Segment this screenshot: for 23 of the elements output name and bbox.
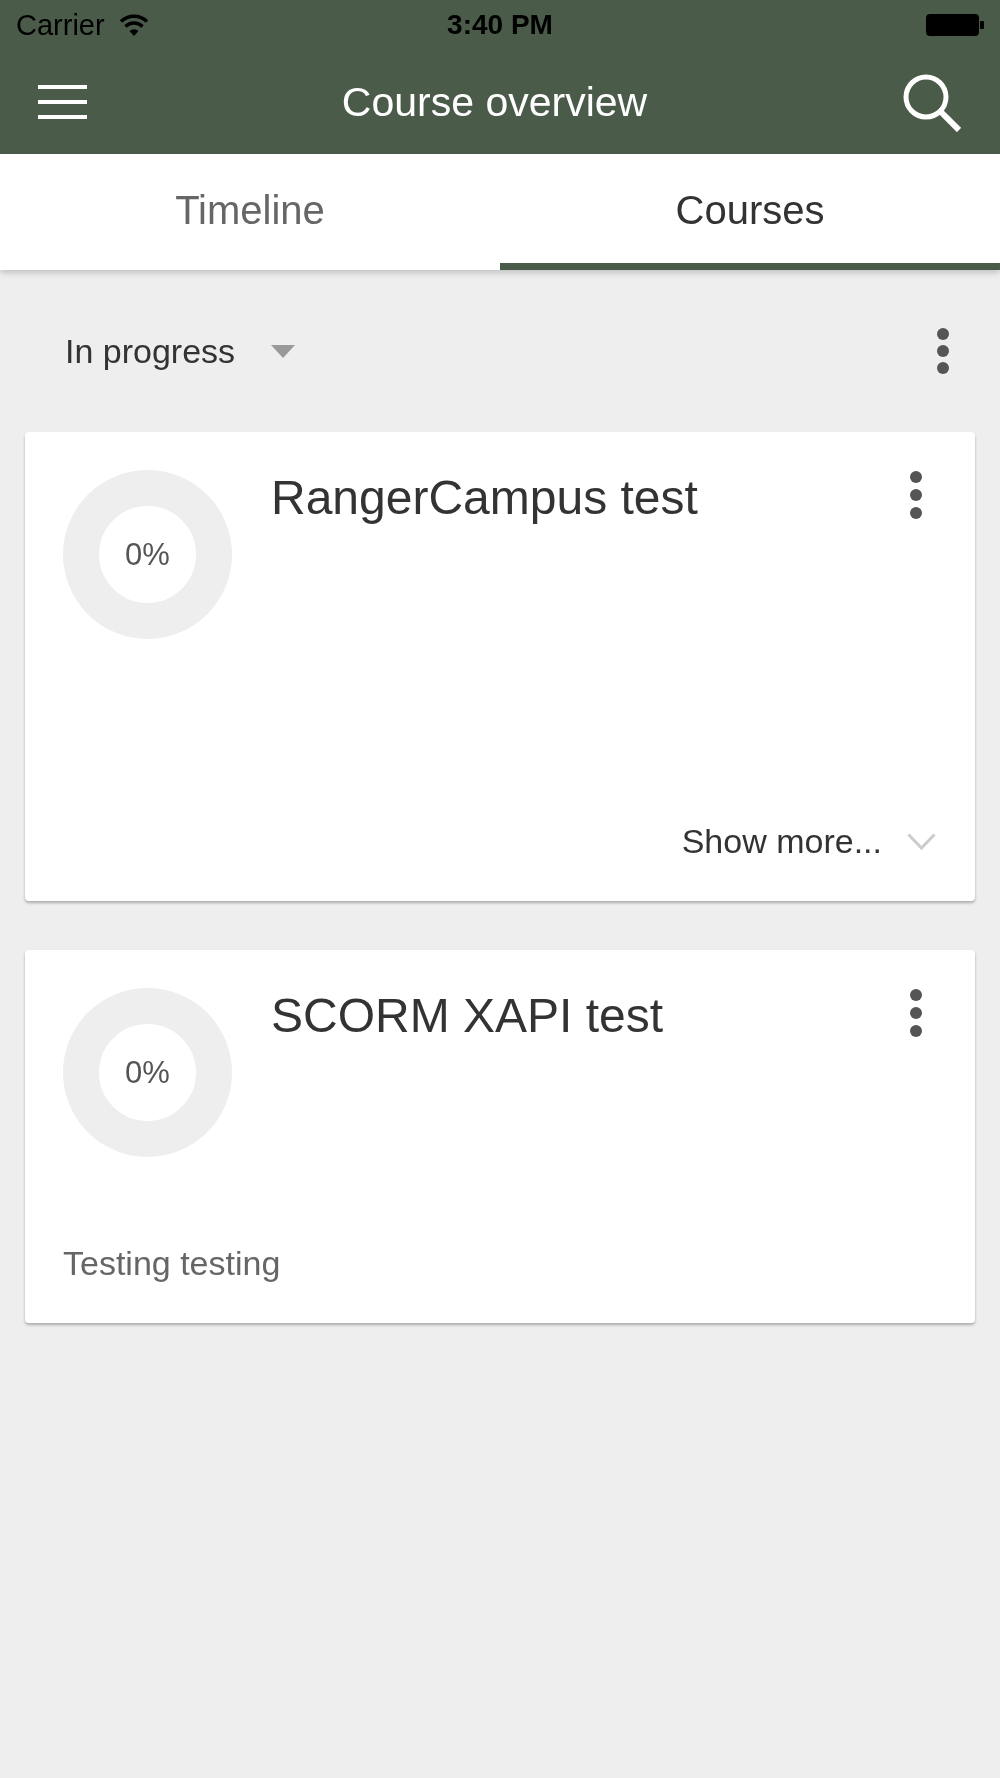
- status-time: 3:40 PM: [447, 11, 553, 39]
- course-card[interactable]: 0% RangerCampus test Show more...: [25, 432, 975, 901]
- more-options-icon[interactable]: [936, 328, 950, 374]
- more-options-icon[interactable]: [909, 471, 923, 519]
- caret-down-icon: [271, 344, 296, 358]
- tab[interactable]: Courses: [500, 154, 1000, 270]
- status-filter-dropdown[interactable]: In progress: [65, 331, 296, 371]
- progress-percent: 0%: [125, 1054, 170, 1091]
- wifi-icon: [118, 13, 149, 37]
- course-title: SCORM XAPI test: [271, 988, 665, 1044]
- search-icon[interactable]: [902, 72, 961, 132]
- course-card[interactable]: 0% SCORM XAPI test Testing testing: [25, 950, 975, 1323]
- show-more-button[interactable]: Show more...: [681, 821, 936, 861]
- tab[interactable]: Timeline: [0, 154, 500, 270]
- battery-icon: [926, 14, 984, 36]
- course-summary: Testing testing: [63, 1243, 282, 1283]
- course-title: RangerCampus test: [271, 470, 699, 526]
- more-options-icon[interactable]: [909, 989, 923, 1037]
- progress-percent: 0%: [125, 536, 170, 573]
- page-title: Course overview: [341, 78, 648, 126]
- menu-icon[interactable]: [38, 85, 87, 119]
- chevron-down-icon: [907, 832, 936, 850]
- carrier-name: Carrier: [16, 10, 105, 40]
